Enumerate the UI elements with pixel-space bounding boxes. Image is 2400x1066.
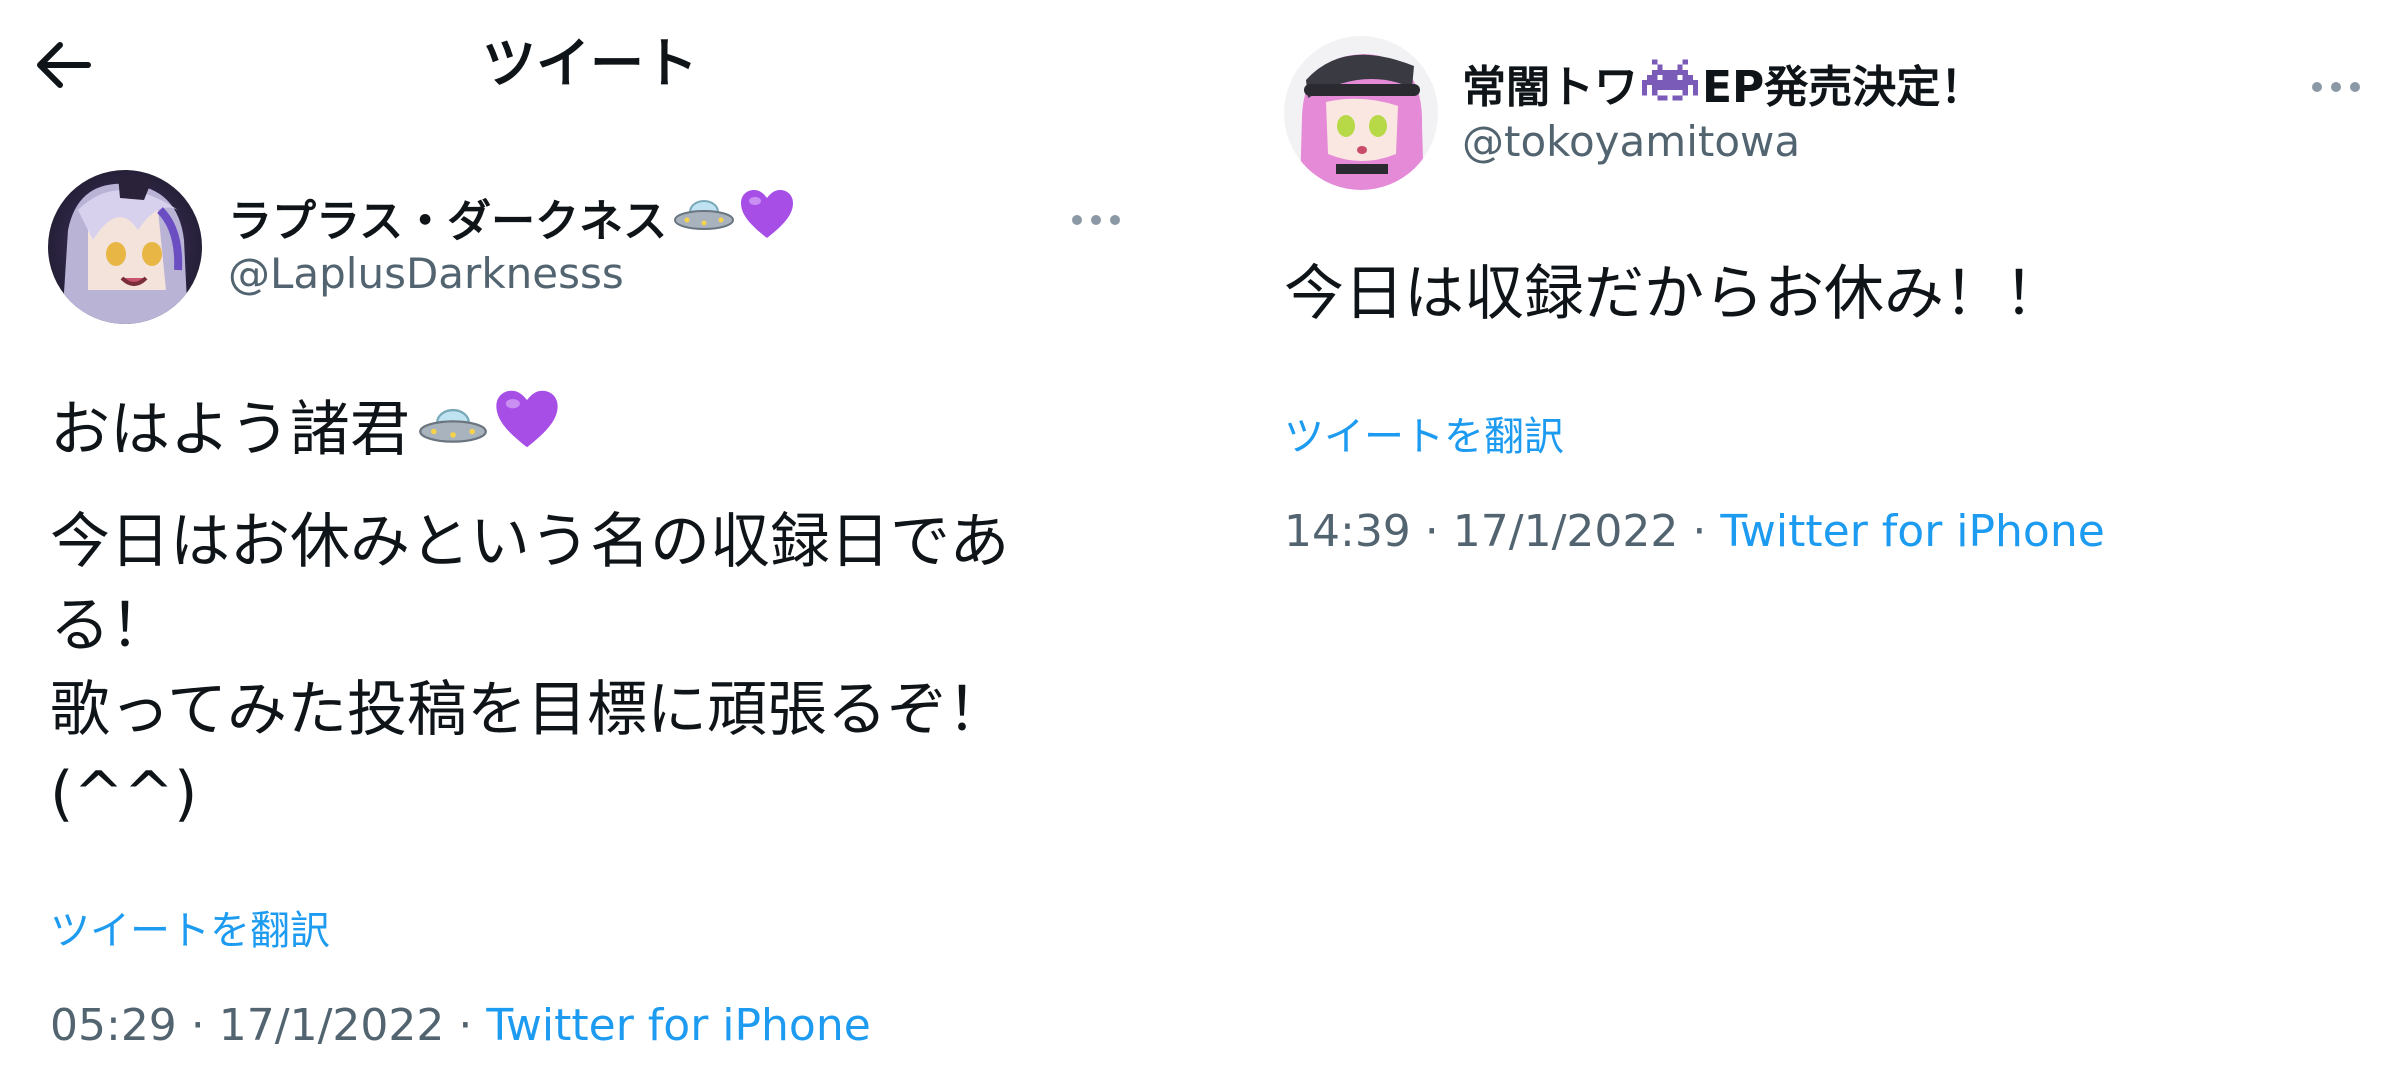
tweet-meta: 05:29 · 17/1/2022 · Twitter for iPhone xyxy=(50,996,871,1056)
avatar[interactable] xyxy=(1284,36,1438,190)
author-handle[interactable]: @LaplusDarknesss xyxy=(228,246,624,302)
display-name-text: ラプラス・ダークネス xyxy=(228,196,668,247)
tweet-text: おはよう諸君 今日はお休みという名の収録日であ る！ 歌ってみた投稿を目標に頑張… xyxy=(50,388,1150,848)
tweet-text-line2: 今日はお休みという名の収録日であ xyxy=(50,507,1010,577)
avatar[interactable] xyxy=(48,170,202,324)
left-tweet-panel: ツイート ラプラス・ダークネス @LaplusDarknesss おはよう諸君 … xyxy=(0,0,1200,1066)
tweet-text-line5: (^^) xyxy=(50,759,198,829)
source-link[interactable]: Twitter for iPhone xyxy=(1720,506,2104,557)
tweet-text-line3: る！ xyxy=(50,591,170,661)
display-name-part2: EP発売決定！ xyxy=(1702,62,1985,113)
right-tweet-panel: 常闇トワ EP発売決定！ @tokoyamitowa 今日は収録だからお休み！！… xyxy=(1240,0,2400,1066)
tweet-text: 今日は収録だからお休み！！ xyxy=(1284,259,2064,329)
purple-heart-emoji-icon xyxy=(494,388,560,472)
source-link[interactable]: Twitter for iPhone xyxy=(486,1000,870,1051)
space-invader-emoji-icon xyxy=(1642,58,1698,118)
timestamp: 05:29 · 17/1/2022 · xyxy=(50,1000,487,1051)
display-name-part1: 常闇トワ xyxy=(1462,62,1638,113)
author-display-name[interactable]: 常闇トワ EP発売決定！ xyxy=(1462,58,1984,118)
tweet-text-line4: 歌ってみた投稿を目標に頑張るぞ！ xyxy=(50,675,1007,745)
tweet-meta: 14:39 · 17/1/2022 · Twitter for iPhone xyxy=(1284,502,2105,562)
author-handle[interactable]: @tokoyamitowa xyxy=(1462,114,1800,170)
more-options-icon[interactable] xyxy=(1072,205,1120,235)
page-title: ツイート xyxy=(482,32,698,95)
timestamp: 14:39 · 17/1/2022 · xyxy=(1284,506,1721,557)
more-options-icon[interactable] xyxy=(2312,72,2360,102)
back-arrow-icon[interactable] xyxy=(30,38,94,92)
ufo-emoji-icon xyxy=(673,192,735,252)
ufo-emoji-icon xyxy=(418,388,488,472)
translate-tweet-link[interactable]: ツイートを翻訳 xyxy=(1284,410,1564,464)
purple-heart-emoji-icon xyxy=(739,188,795,256)
translate-tweet-link[interactable]: ツイートを翻訳 xyxy=(50,904,330,958)
tweet-text-line1: おはよう諸君 xyxy=(50,395,410,465)
tweet-text-line: おはよう諸君 xyxy=(50,388,560,472)
